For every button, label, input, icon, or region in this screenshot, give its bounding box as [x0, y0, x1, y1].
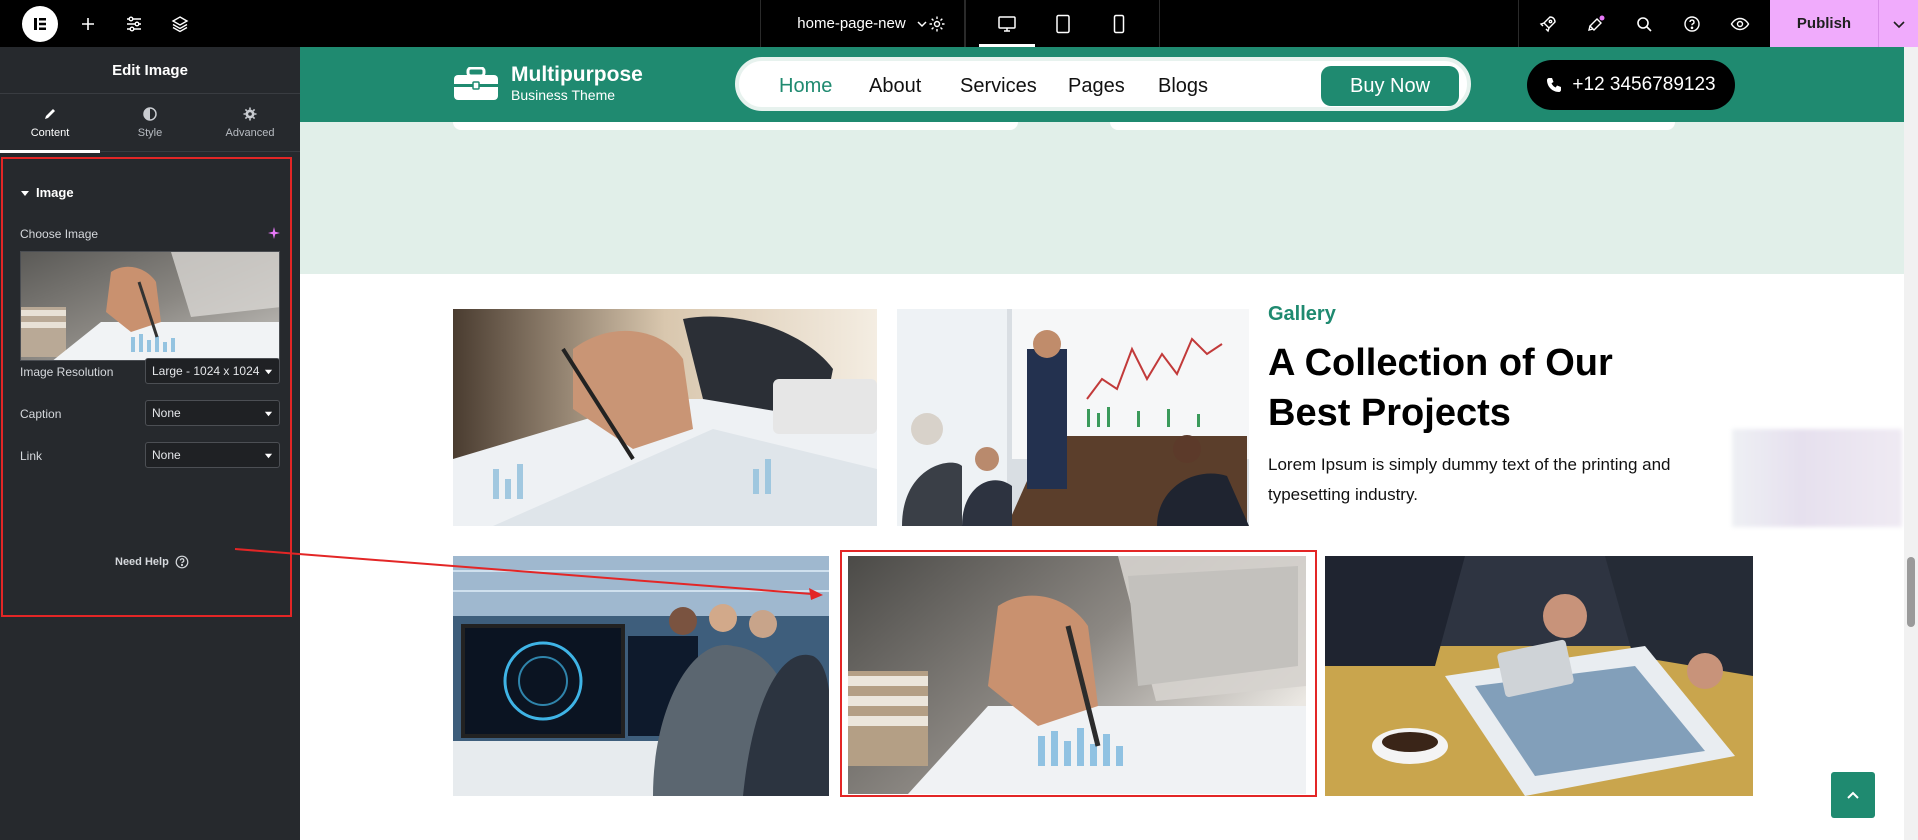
ai-sparkle-icon[interactable] — [268, 227, 280, 239]
help-icon — [175, 555, 189, 569]
site-logo[interactable]: Multipurpose Business Theme — [453, 64, 643, 104]
control-label: Image Resolution — [20, 365, 114, 379]
mobile-view-button[interactable] — [1091, 0, 1147, 47]
elementor-editor: home-page-new Publish Edit Image Content… — [0, 0, 1918, 840]
caret-down-icon — [21, 190, 29, 196]
link-select[interactable]: None — [145, 442, 280, 468]
top-bar: home-page-new Publish — [0, 0, 1918, 47]
panel-title: Edit Image — [0, 47, 300, 94]
chevron-down-icon — [1892, 20, 1905, 28]
page-settings-gear-icon[interactable] — [917, 0, 957, 47]
gallery-text: Gallery A Collection of Our Best Project… — [1268, 303, 1698, 510]
elementor-logo-icon[interactable] — [22, 6, 58, 42]
nav-item-services[interactable]: Services — [960, 75, 1037, 98]
tab-style[interactable]: Style — [100, 94, 200, 152]
caret-down-icon — [264, 411, 273, 416]
control-label: Caption — [20, 407, 62, 421]
nav-item-pages[interactable]: Pages — [1068, 75, 1125, 98]
tablet-icon — [1056, 14, 1070, 33]
preview-eye-icon[interactable] — [1720, 0, 1760, 47]
desktop-view-button[interactable] — [979, 0, 1035, 47]
editor-panel: Edit Image Content Style Advanced Image … — [0, 47, 300, 840]
site-header: Multipurpose Business Theme Home About S… — [300, 47, 1904, 122]
caption-select[interactable]: None — [145, 400, 280, 426]
select-value: None — [152, 448, 181, 462]
caret-down-icon — [264, 369, 273, 374]
mint-section — [300, 122, 1904, 274]
section-title: Image — [36, 185, 74, 200]
gallery-description: Lorem Ipsum is simply dummy text of the … — [1268, 455, 1671, 504]
tab-content[interactable]: Content — [0, 94, 100, 153]
preview-scrollbar[interactable] — [1904, 47, 1918, 840]
tab-label: Style — [137, 127, 163, 139]
help-icon[interactable] — [1672, 0, 1712, 47]
selected-element-outline — [840, 550, 1317, 797]
gallery-image[interactable] — [1325, 556, 1753, 796]
tab-label: Advanced — [225, 127, 275, 139]
card-bottom-edge — [453, 122, 1018, 130]
select-value: Large - 1024 x 1024 — [152, 364, 260, 378]
chevron-up-icon — [1847, 791, 1859, 799]
gallery-image[interactable] — [453, 309, 877, 526]
page-preview: Multipurpose Business Theme Home About S… — [300, 47, 1904, 840]
gallery-image[interactable] — [453, 556, 829, 796]
gallery-subtitle: Gallery — [1268, 303, 1336, 325]
briefcase-icon — [454, 67, 498, 100]
gear-icon — [243, 107, 257, 121]
notifications-icon[interactable] — [1576, 0, 1616, 47]
scrollbar-thumb[interactable] — [1907, 557, 1915, 627]
highlight-box — [1, 157, 292, 617]
need-help-link[interactable]: Need Help — [115, 555, 189, 569]
caret-down-icon — [264, 453, 273, 458]
nav-item-home[interactable]: Home — [779, 75, 832, 98]
image-resolution-select[interactable]: Large - 1024 x 1024 — [145, 358, 280, 384]
tablet-view-button[interactable] — [1035, 0, 1091, 47]
brand-name: Multipurpose — [511, 63, 643, 86]
phone-button[interactable]: +12 3456789123 — [1527, 60, 1735, 110]
publish-button[interactable]: Publish — [1770, 0, 1878, 47]
publish-options-button[interactable] — [1878, 0, 1918, 47]
panel-tabs: Content Style Advanced — [0, 94, 300, 153]
pencil-icon — [45, 109, 55, 119]
buy-now-button[interactable]: Buy Now — [1321, 66, 1459, 106]
select-value: None — [152, 406, 181, 420]
desktop-icon — [998, 15, 1016, 32]
image-section-toggle[interactable]: Image — [20, 185, 74, 200]
add-icon[interactable] — [68, 0, 108, 47]
blurred-widget — [1732, 429, 1902, 527]
document-name: home-page-new — [797, 15, 906, 32]
tab-advanced[interactable]: Advanced — [200, 94, 300, 152]
settings-sliders-icon[interactable] — [114, 0, 154, 47]
tab-label: Content — [30, 127, 70, 139]
half-circle-icon — [143, 107, 157, 121]
search-icon[interactable] — [1624, 0, 1664, 47]
nav-item-blogs[interactable]: Blogs — [1158, 75, 1208, 98]
choose-image-label: Choose Image — [20, 227, 99, 241]
card-bottom-edge — [1110, 122, 1675, 130]
layers-icon[interactable] — [160, 0, 200, 47]
main-nav: Home About Services Pages Blogs Buy Now — [735, 57, 1471, 111]
rocket-icon[interactable] — [1528, 0, 1568, 47]
nav-item-about[interactable]: About — [869, 75, 921, 98]
mobile-icon — [1113, 14, 1125, 33]
image-thumbnail[interactable] — [20, 251, 280, 361]
gallery-image[interactable] — [897, 309, 1249, 526]
gallery-title: A Collection of Our Best Projects — [1268, 342, 1613, 434]
need-help-label: Need Help — [115, 556, 169, 568]
control-label: Link — [20, 449, 43, 463]
phone-number: +12 3456789123 — [1572, 74, 1716, 95]
brand-tagline: Business Theme — [511, 87, 616, 103]
scroll-to-top-button[interactable] — [1831, 772, 1875, 818]
phone-icon — [1547, 78, 1562, 92]
